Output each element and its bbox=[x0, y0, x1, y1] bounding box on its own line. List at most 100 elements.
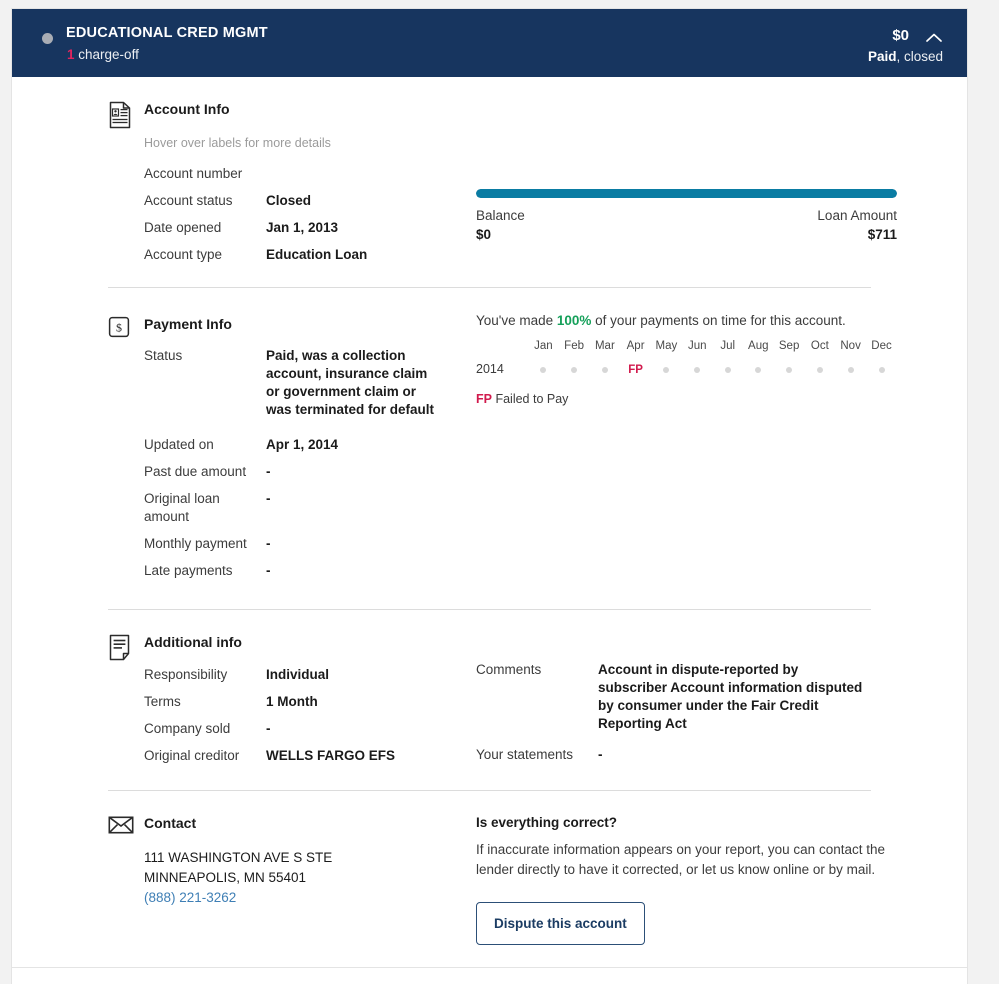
account-type-label: Account type bbox=[144, 247, 223, 262]
no-data-dot-icon bbox=[601, 367, 608, 373]
payment-history-mark-none[interactable] bbox=[589, 360, 620, 378]
payment-history-mark-none[interactable] bbox=[835, 360, 866, 378]
late-payments-value: - bbox=[266, 563, 271, 578]
payment-history-table: Jan Feb Mar Apr May Jun Jul Aug Sep Oct … bbox=[476, 340, 897, 378]
monthly-payment-label: Monthly payment bbox=[144, 536, 247, 551]
charge-off-count: 1 bbox=[67, 47, 75, 62]
loan-amount-label: Loan Amount bbox=[817, 208, 897, 223]
note-icon bbox=[108, 634, 134, 664]
month-header: Jul bbox=[720, 340, 736, 352]
month-header: Mar bbox=[594, 340, 615, 352]
month-header: Jun bbox=[687, 340, 707, 352]
month-header: Sep bbox=[778, 340, 800, 352]
responsibility-row[interactable]: Responsibility Individual bbox=[144, 666, 448, 684]
contact-phone-link[interactable]: (888) 221-3262 bbox=[144, 888, 448, 908]
contact-left: Contact 111 WASHINGTON AVE S STE MINNEAP… bbox=[108, 815, 448, 908]
company-sold-row[interactable]: Company sold - bbox=[144, 720, 448, 738]
account-status-row[interactable]: Account status Closed bbox=[144, 192, 448, 210]
header-status-secondary: , closed bbox=[896, 49, 943, 64]
month-header: Oct bbox=[810, 340, 829, 352]
month-header: Dec bbox=[871, 340, 892, 352]
additional-info-section: Additional info Responsibility Individua… bbox=[12, 610, 967, 790]
account-info-left: Account Info Hover over labels for more … bbox=[108, 101, 448, 264]
balance-block: Balance $0 bbox=[476, 208, 525, 242]
additional-info-left: Additional info Responsibility Individua… bbox=[108, 634, 448, 765]
payment-history-legend: FP Failed to Pay bbox=[476, 392, 897, 406]
payment-history-mark-none[interactable] bbox=[866, 360, 897, 378]
dollar-box-icon: $ bbox=[108, 316, 134, 346]
balance-value: $0 bbox=[476, 227, 492, 242]
payment-history-mark-none[interactable] bbox=[805, 360, 836, 378]
original-loan-amount-row[interactable]: Original loan amount - bbox=[144, 490, 448, 526]
responsibility-value: Individual bbox=[266, 667, 330, 682]
next-account-card[interactable] bbox=[11, 967, 968, 984]
month-header: Jan bbox=[534, 340, 553, 352]
legend-code: FP bbox=[476, 392, 492, 406]
payment-history-mark-none[interactable] bbox=[774, 360, 805, 378]
contact-section: Contact 111 WASHINGTON AVE S STE MINNEAP… bbox=[12, 791, 967, 971]
payment-info-section: $ Payment Info Status Paid, was a collec… bbox=[12, 288, 967, 609]
updated-on-label: Updated on bbox=[144, 437, 214, 452]
is-everything-correct-title: Is everything correct? bbox=[476, 815, 618, 830]
your-statements-label: Your statements bbox=[476, 747, 574, 762]
company-sold-value: - bbox=[266, 721, 271, 736]
balance-legend: Balance $0 Loan Amount $711 bbox=[476, 208, 897, 242]
monthly-payment-row[interactable]: Monthly payment - bbox=[144, 535, 448, 553]
account-card: EDUCATIONAL CRED MGMT 1 charge-off $0 Pa… bbox=[11, 8, 968, 971]
terms-row[interactable]: Terms 1 Month bbox=[144, 693, 448, 711]
comments-label: Comments bbox=[476, 662, 542, 677]
payment-history-mark-none[interactable] bbox=[743, 360, 774, 378]
header-status: Paid, closed bbox=[868, 49, 943, 64]
updated-on-value: Apr 1, 2014 bbox=[266, 437, 339, 452]
account-number-label: Account number bbox=[144, 166, 243, 181]
monthly-payment-value: - bbox=[266, 536, 271, 551]
past-due-value: - bbox=[266, 464, 271, 479]
contact-address-line-2: MINNEAPOLIS, MN 55401 bbox=[144, 870, 307, 885]
comments-row[interactable]: Comments Account in dispute-reported by … bbox=[476, 661, 897, 733]
status-dot-icon bbox=[42, 33, 53, 44]
account-number-row[interactable]: Account number bbox=[144, 165, 448, 183]
on-time-summary: You've made 100% of your payments on tim… bbox=[476, 313, 897, 328]
no-data-dot-icon bbox=[724, 367, 731, 373]
payment-history-mark-fp[interactable]: FP bbox=[620, 360, 651, 378]
updated-on-row[interactable]: Updated on Apr 1, 2014 bbox=[144, 436, 448, 454]
payment-status-label: Status bbox=[144, 348, 183, 363]
charge-off-label: charge-off bbox=[78, 47, 139, 62]
on-time-percent: 100% bbox=[556, 313, 592, 328]
payment-history-mark-none[interactable] bbox=[682, 360, 713, 378]
payment-history: You've made 100% of your payments on tim… bbox=[476, 313, 897, 406]
svg-text:$: $ bbox=[116, 321, 122, 335]
your-statements-row[interactable]: Your statements - bbox=[476, 746, 897, 764]
past-due-row[interactable]: Past due amount - bbox=[144, 463, 448, 481]
your-statements-value: - bbox=[598, 747, 603, 762]
payment-history-mark-none[interactable] bbox=[651, 360, 682, 378]
original-loan-amount-label: Original loan amount bbox=[144, 491, 220, 524]
payment-history-mark-none[interactable] bbox=[713, 360, 743, 378]
date-opened-row[interactable]: Date opened Jan 1, 2013 bbox=[144, 219, 448, 237]
payment-history-mark-none[interactable] bbox=[528, 360, 559, 378]
contact-address-line-1: 111 WASHINGTON AVE S STE bbox=[144, 850, 333, 865]
account-info-title: Account Info bbox=[144, 101, 230, 117]
original-creditor-row[interactable]: Original creditor WELLS FARGO EFS bbox=[144, 747, 448, 765]
payment-history-mark-none[interactable] bbox=[559, 360, 590, 378]
payment-status-row[interactable]: Status Paid, was a collection account, i… bbox=[144, 347, 448, 419]
original-loan-amount-value: - bbox=[266, 491, 271, 506]
account-header[interactable]: EDUCATIONAL CRED MGMT 1 charge-off $0 Pa… bbox=[12, 9, 967, 77]
additional-info-right: Comments Account in dispute-reported by … bbox=[476, 661, 897, 764]
balance-summary: Balance $0 Loan Amount $711 bbox=[476, 189, 897, 242]
dispute-this-account-button[interactable]: Dispute this account bbox=[476, 902, 645, 945]
is-everything-correct-body: If inaccurate information appears on you… bbox=[476, 842, 885, 877]
header-balance-amount: $0 bbox=[892, 27, 909, 44]
late-payments-row[interactable]: Late payments - bbox=[144, 562, 448, 580]
creditor-name: EDUCATIONAL CRED MGMT bbox=[66, 25, 268, 41]
no-data-dot-icon bbox=[786, 367, 793, 373]
legend-text: Failed to Pay bbox=[495, 392, 569, 406]
header-status-primary: Paid bbox=[867, 49, 897, 64]
balance-progress-fill bbox=[476, 189, 897, 198]
no-data-dot-icon bbox=[878, 367, 885, 373]
original-creditor-value: WELLS FARGO EFS bbox=[266, 748, 396, 763]
account-type-row[interactable]: Account type Education Loan bbox=[144, 246, 448, 264]
chevron-up-icon[interactable] bbox=[923, 27, 945, 49]
month-header: Nov bbox=[840, 340, 861, 352]
month-header: Feb bbox=[564, 340, 584, 352]
